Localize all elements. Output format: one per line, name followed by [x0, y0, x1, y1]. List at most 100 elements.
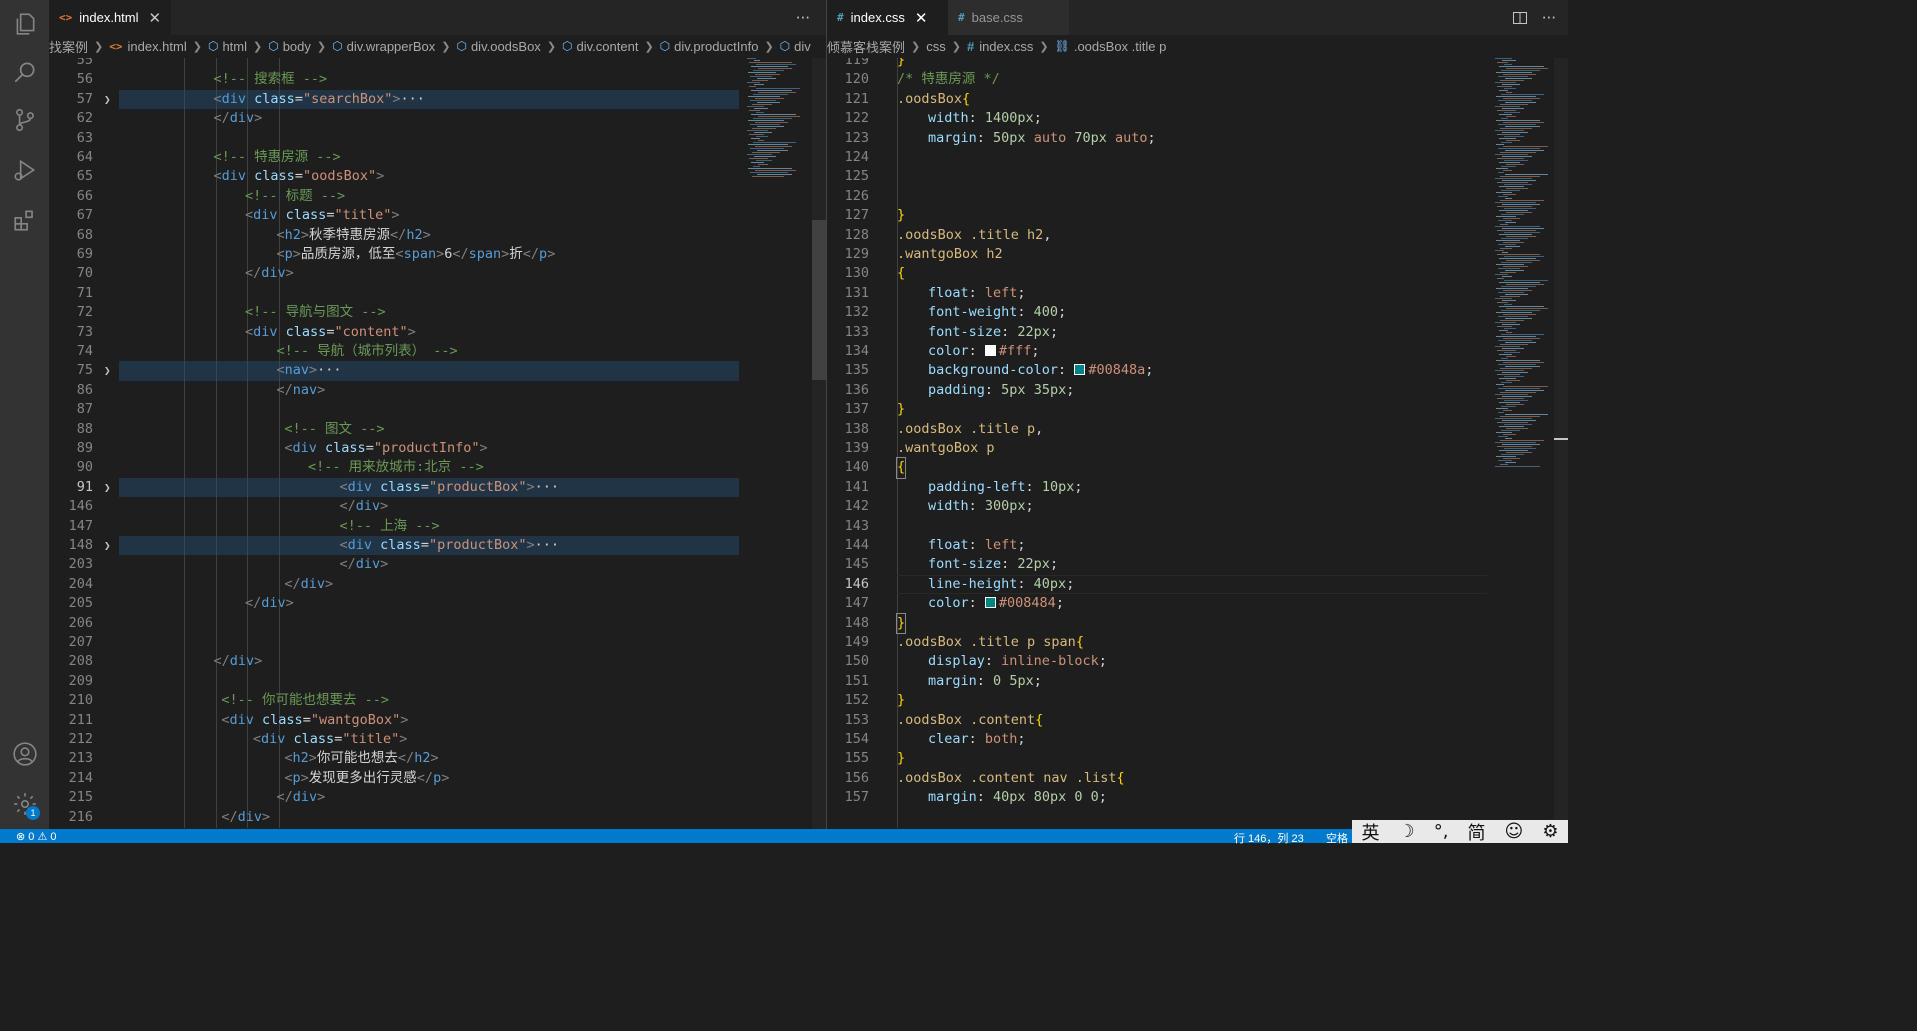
code-line[interactable]: 129 .wantgoBox h2 [827, 245, 1568, 264]
code-line[interactable]: 205 </div> [49, 594, 826, 613]
code-line[interactable]: 121 .oodsBox{ [827, 90, 1568, 109]
code-line[interactable]: 131 float: left; [827, 284, 1568, 303]
code-line[interactable]: 86 </nav> [49, 381, 826, 400]
tab-base-css[interactable]: # base.css [948, 0, 1069, 35]
code-line[interactable]: 140 { [827, 457, 1568, 479]
code-line[interactable]: 215 </div> [49, 788, 826, 807]
tab-index-css[interactable]: # index.css ✕ [827, 0, 948, 35]
code-line[interactable]: 67 <div class="title"> [49, 206, 826, 225]
code-line[interactable]: 57 ❯ <div class="searchBox">··· [49, 89, 826, 110]
code-line[interactable]: 212 <div class="title"> [49, 730, 826, 749]
code-line[interactable]: 70 </div> [49, 264, 826, 283]
close-icon[interactable]: ✕ [915, 9, 928, 27]
code-line[interactable]: 153 .oodsBox .content{ [827, 711, 1568, 730]
code-line[interactable]: 139 .wantgoBox p [827, 439, 1568, 458]
code-line[interactable]: 137} [827, 400, 1568, 419]
code-line[interactable]: 62 </div> [49, 109, 826, 128]
minimap[interactable] [1491, 58, 1561, 829]
code-line[interactable]: 90 <!-- 用来放城市:北京 --> [49, 458, 826, 477]
code-line[interactable]: 150 display: inline-block; [827, 652, 1568, 671]
code-line[interactable]: 127} [827, 206, 1568, 225]
indentation-setting[interactable]: 空格 [1326, 830, 1348, 846]
code-line[interactable]: 126 [827, 187, 1568, 206]
code-line[interactable]: 213 <h2>你可能也想去</h2> [49, 749, 826, 768]
code-line[interactable]: 136 padding: 5px 35px; [827, 381, 1568, 400]
code-line[interactable]: 148} [827, 612, 1568, 635]
code-line[interactable]: 133 font-size: 22px; [827, 323, 1568, 342]
cursor-position[interactable]: 行 146，列 23 [1234, 830, 1304, 846]
code-line[interactable]: 56 <!-- 搜索框 --> [49, 70, 826, 89]
code-line[interactable]: 69 <p>品质房源，低至<span>6</span>折</p> [49, 245, 826, 264]
code-line[interactable]: 125 [827, 167, 1568, 186]
code-line[interactable]: 211 <div class="wantgoBox"> [49, 711, 826, 730]
vertical-scrollbar[interactable] [812, 58, 826, 829]
tab-index-html[interactable]: <> index.html ✕ [49, 0, 172, 35]
code-line[interactable]: 141 padding-left: 10px; [827, 478, 1568, 497]
html-code-editor[interactable]: 55 56 <!-- 搜索框 --> 57 ❯ <div class="searchBox… [49, 58, 826, 829]
code-line[interactable]: 143 [827, 517, 1568, 536]
code-line[interactable]: 120 /* 特惠房源 */ [827, 70, 1568, 89]
code-line[interactable]: 123 margin: 50px auto 70px auto; [827, 129, 1568, 148]
code-line[interactable]: 146 </div> [49, 497, 826, 516]
breadcrumb-item[interactable]: 找案例 [49, 37, 88, 56]
ime-simplified-toggle[interactable]: 简 [1467, 819, 1485, 845]
color-swatch[interactable] [1074, 364, 1086, 376]
code-line[interactable]: 145 font-size: 22px; [827, 555, 1568, 574]
breadcrumb-item[interactable]: ⬡ div.oodsBox [456, 39, 540, 54]
code-line[interactable]: 147 color: #008484; [827, 594, 1568, 613]
code-line[interactable]: 152} [827, 691, 1568, 710]
code-line[interactable]: 203 </div> [49, 555, 826, 574]
close-icon[interactable]: ✕ [149, 9, 162, 27]
chevron-right-icon[interactable]: ❯ [104, 478, 111, 497]
explorer-icon[interactable] [0, 0, 49, 48]
breadcrumb-item[interactable]: ⬡ div [780, 39, 811, 54]
breadcrumb-item[interactable]: 倾慕客栈案例 [827, 37, 905, 56]
code-line[interactable]: 68 <h2>秋季特惠房源</h2> [49, 226, 826, 245]
code-line[interactable]: 146 line-height: 40px; [827, 574, 1568, 595]
code-line[interactable]: 142 width: 300px; [827, 497, 1568, 516]
css-code-editor[interactable]: 119} 120/* 特惠房源 */121 .oodsBox{122 width: 1… [827, 58, 1568, 829]
search-icon[interactable] [0, 48, 49, 96]
breadcrumb-item[interactable]: <> index.html [109, 39, 187, 54]
color-swatch[interactable] [984, 345, 996, 356]
code-line[interactable]: 71 [49, 284, 826, 303]
code-line[interactable]: 72 <!-- 导航与图文 --> [49, 303, 826, 322]
code-line[interactable]: 119} [827, 58, 1568, 70]
chevron-right-icon[interactable]: ❯ [104, 90, 111, 109]
code-line[interactable]: 89 <div class="productInfo"> [49, 439, 826, 458]
breadcrumb-item[interactable]: ⛓ .oodsBox .title p [1055, 39, 1167, 54]
code-line[interactable]: 210 <!-- 你可能也想要去 --> [49, 691, 826, 710]
chevron-right-icon[interactable]: ❯ [104, 361, 111, 380]
manage-gear-icon[interactable]: 1 [0, 780, 49, 828]
code-line[interactable]: 147 <!-- 上海 --> [49, 517, 826, 536]
code-line[interactable]: 144 float: left; [827, 536, 1568, 555]
code-line[interactable]: 157 margin: 40px 80px 0 0; [827, 788, 1568, 807]
code-line[interactable]: 124 [827, 148, 1568, 167]
code-line[interactable]: 63 [49, 129, 826, 148]
code-line[interactable]: 206 [49, 614, 826, 633]
code-line[interactable]: 132 font-weight: 400; [827, 303, 1568, 322]
code-line[interactable]: 65 <div class="oodsBox"> [49, 167, 826, 186]
more-actions-icon[interactable]: ··· [1542, 9, 1556, 27]
vertical-scrollbar[interactable] [1554, 58, 1568, 829]
chevron-right-icon[interactable]: ❯ [104, 536, 111, 555]
split-editor-icon[interactable] [1512, 10, 1528, 26]
code-line[interactable]: 66 <!-- 标题 --> [49, 187, 826, 206]
breadcrumb-item[interactable]: ⬡ div.productInfo [660, 39, 759, 54]
code-line[interactable]: 154 clear: both; [827, 730, 1568, 749]
code-line[interactable]: 75 ❯ <nav>··· [49, 361, 826, 381]
code-line[interactable]: 214 <p>发现更多出行灵感</p> [49, 769, 826, 788]
account-icon[interactable] [0, 730, 49, 778]
breadcrumb-item[interactable]: # index.css [967, 39, 1033, 54]
code-line[interactable]: 64 <!-- 特惠房源 --> [49, 148, 826, 167]
code-line[interactable]: 148 ❯ <div class="productBox">··· [49, 536, 826, 556]
more-actions-icon[interactable]: ··· [796, 9, 810, 27]
ime-emoji-icon[interactable]: ☺ [1505, 821, 1524, 842]
code-line[interactable]: 87 [49, 400, 826, 419]
code-line[interactable]: 128 .oodsBox .title h2, [827, 226, 1568, 245]
code-line[interactable]: 138 .oodsBox .title p, [827, 420, 1568, 439]
code-line[interactable]: 151 margin: 0 5px; [827, 672, 1568, 691]
source-control-icon[interactable] [0, 96, 49, 144]
problems-indicator[interactable]: ⊗ 0 ⚠ 0 [16, 830, 57, 843]
breadcrumb-item[interactable]: ⬡ div.content [562, 39, 638, 54]
